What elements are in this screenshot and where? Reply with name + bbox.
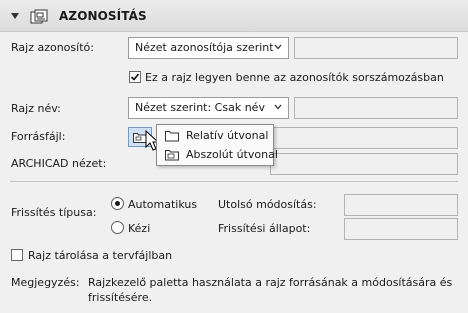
menu-item-label: Relatív útvonal — [186, 129, 269, 142]
drawing-name-value: Nézet szerint: Csak név — [135, 101, 265, 114]
note-text-line1: Rajzkezelő paletta használata a rajz for… — [88, 276, 453, 289]
collapse-triangle-icon[interactable] — [11, 13, 19, 19]
note-text-line2: frissítésére. — [88, 291, 153, 304]
radio-automatic[interactable] — [111, 197, 124, 210]
store-in-project-label: Rajz tárolása a tervfájlban — [28, 249, 173, 262]
archicad-view-field[interactable] — [270, 153, 458, 175]
folder-icon — [165, 131, 179, 142]
note-label: Megjegyzés: — [11, 276, 80, 289]
radio-automatic-label: Automatikus — [128, 198, 198, 211]
menu-item-absolute-path[interactable]: Abszolút útvonal — [159, 146, 278, 164]
drawing-id-icon — [30, 9, 48, 24]
folder-icon — [165, 150, 179, 161]
chevron-down-icon — [274, 104, 282, 110]
drawing-name-field[interactable] — [294, 97, 458, 119]
store-in-project-checkbox[interactable] — [11, 249, 23, 261]
drawing-id-dropdown[interactable]: Nézet azonosítója szerint — [128, 37, 289, 59]
section-title: AZONOSÍTÁS — [59, 9, 147, 23]
source-file-label: Forrásfájl: — [11, 130, 66, 143]
drawing-id-label: Rajz azonosító: — [11, 41, 94, 54]
chevron-down-icon — [274, 44, 282, 50]
drawing-id-value: Nézet azonosítója szerint — [135, 41, 274, 54]
radio-manual-label: Kézi — [128, 222, 151, 235]
section-divider — [10, 181, 458, 182]
drawing-id-field[interactable] — [294, 37, 458, 59]
drawing-name-label: Rajz név: — [11, 102, 61, 115]
menu-item-relative-path[interactable]: Relatív útvonal — [159, 127, 271, 145]
path-type-menu: Relatív útvonal Abszolút útvonal — [156, 124, 278, 166]
checkmark-icon — [130, 73, 140, 81]
update-type-label: Frissítés típusa: — [11, 206, 97, 219]
menu-item-label: Abszolút útvonal — [186, 148, 278, 161]
archicad-view-label: ARCHICAD nézet: — [11, 157, 107, 170]
radio-manual[interactable] — [111, 221, 124, 234]
include-numbering-checkbox[interactable] — [129, 71, 141, 83]
drawing-name-dropdown[interactable]: Nézet szerint: Csak név — [128, 97, 289, 119]
last-modified-label: Utolsó módosítás: — [218, 198, 317, 211]
include-numbering-label: Ez a rajz legyen benne az azonosítók sor… — [145, 71, 444, 84]
panel-header[interactable]: AZONOSÍTÁS — [0, 0, 468, 32]
update-status-label: Frissítési állapot: — [218, 222, 311, 235]
update-status-field — [344, 218, 458, 240]
last-modified-field — [344, 194, 458, 216]
